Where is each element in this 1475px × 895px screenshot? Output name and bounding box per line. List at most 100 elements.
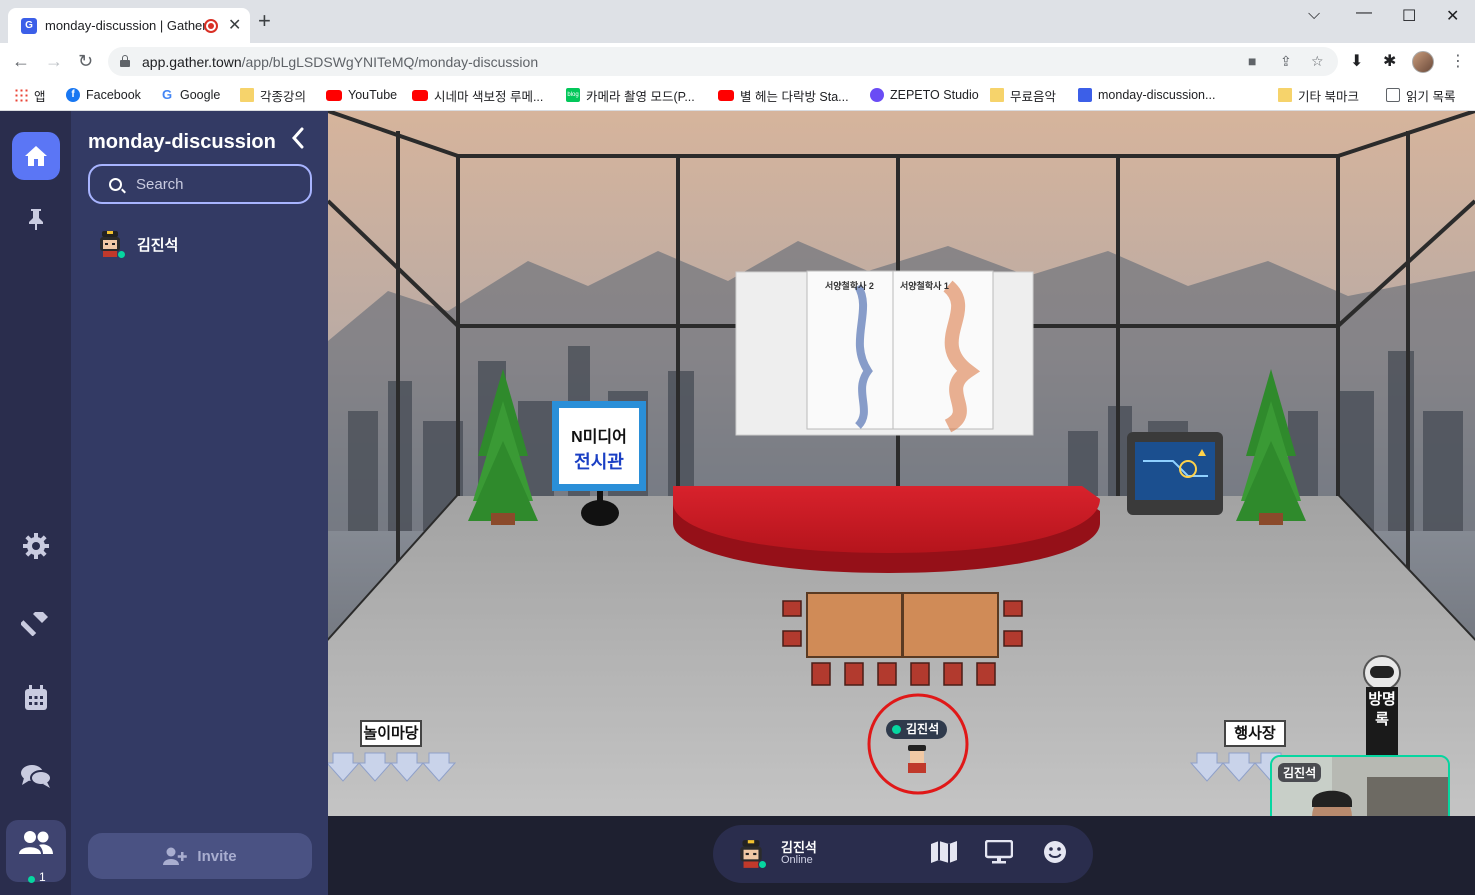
new-tab-button[interactable]: + — [258, 10, 271, 32]
tab-title: monday-discussion | Gather — [45, 18, 205, 33]
exhibit-sign-line2: 전시관 — [574, 452, 624, 472]
guestbook-label[interactable]: 방명록 — [1366, 690, 1398, 730]
bookmark-label: 무료음악 — [1010, 89, 1057, 104]
google-icon: G — [161, 87, 173, 102]
room-title: monday-discussion — [88, 131, 276, 153]
side-panel: monday-discussion Search 김진석 Invite — [71, 111, 328, 895]
forward-arrow-icon[interactable]: → — [45, 51, 63, 71]
bottom-bar: 김진석 Online — [328, 816, 1475, 895]
star-bookmark-icon[interactable]: ☆ — [1311, 53, 1324, 70]
avatar — [95, 229, 126, 259]
puzzle-extensions-icon[interactable]: ✱ — [1383, 51, 1396, 71]
address-bar[interactable]: app.gather.town/app/bLgLSDSWgYNITeMQ/mon… — [108, 47, 1338, 76]
bookmark-label: YouTube — [348, 88, 398, 102]
close-window-button[interactable]: ✕ — [1446, 6, 1459, 26]
online-dot-icon — [892, 725, 901, 734]
minimize-button[interactable]: — — [1356, 4, 1372, 22]
download-extension-icon[interactable]: ⬇ — [1350, 51, 1363, 71]
camera-icon[interactable]: ■ — [1248, 53, 1256, 69]
emoji-smiley-icon[interactable] — [1043, 840, 1067, 870]
dock-player-status: Online — [781, 854, 813, 866]
folder-icon — [240, 88, 254, 102]
member-name: 김진석 — [137, 236, 179, 254]
player-avatar — [908, 745, 926, 773]
online-dot-icon — [758, 860, 767, 869]
maximize-button[interactable]: ☐ — [1402, 6, 1416, 26]
reading-list-icon — [1386, 88, 1400, 102]
bookmark-label: Google — [180, 88, 221, 102]
browser-toolbar: ← → ↻ app.gather.town/app/bLgLSDSWgYNITe… — [0, 43, 1475, 80]
apps-icon — [14, 88, 28, 102]
home-icon — [25, 146, 47, 166]
bookmark-youtube[interactable]: YouTube — [326, 85, 397, 105]
folder-icon — [1278, 88, 1292, 102]
url-host: app.gather.town — [142, 54, 242, 70]
bookmark-label: 카메라 촬영 모드(P... — [586, 89, 695, 104]
bookmark-label: ZEPETO Studio — [890, 88, 979, 102]
settings-gear-icon[interactable] — [0, 532, 71, 567]
player-name-tag: 김진석 — [886, 720, 948, 739]
people-icon — [19, 831, 53, 854]
collapse-panel-chevron-icon[interactable] — [291, 127, 305, 155]
bookmark-label: 앱 — [34, 89, 46, 104]
add-user-icon — [163, 847, 188, 865]
online-dot-icon — [117, 250, 126, 259]
calendar-icon[interactable] — [0, 684, 71, 719]
invite-button[interactable]: Invite — [88, 833, 312, 879]
reading-list[interactable]: 읽기 목록 — [1386, 85, 1455, 105]
build-hammer-icon[interactable] — [0, 608, 71, 643]
other-bookmarks-label: 기타 북마크 — [1298, 89, 1359, 104]
bookmark-cinema[interactable]: 시네마 색보정 루메... — [412, 85, 543, 105]
map-icon[interactable] — [930, 840, 958, 870]
exhibit-sign-line1: N미디어 — [571, 429, 627, 446]
tab-search-chevron-icon[interactable]: ⌵ — [1308, 6, 1320, 24]
screen-share-icon[interactable] — [984, 839, 1014, 870]
bookmark-folder-lectures[interactable]: 각종강의 — [240, 85, 306, 105]
youtube-icon — [412, 89, 428, 101]
bookmark-label: Facebook — [86, 88, 141, 102]
lock-icon — [120, 55, 130, 67]
browser-menu-icon[interactable]: ⋮ — [1450, 51, 1466, 71]
search-input[interactable]: Search — [88, 164, 312, 204]
participants-button[interactable]: 1 — [6, 820, 66, 884]
game-map[interactable]: 서양철학사 2 서양철학사 1 N미디어 전시관 놀이마당 행사장 방명록 김진… — [328, 111, 1475, 816]
book-title-2-label: 서양철학사 2 — [825, 281, 874, 291]
member-list-item[interactable]: 김진석 — [95, 228, 178, 260]
facebook-icon: f — [66, 88, 80, 102]
profile-avatar[interactable] — [1412, 51, 1434, 73]
bookmark-gather[interactable]: monday-discussion... — [1078, 85, 1215, 105]
bookmark-free-music[interactable]: 무료음악 — [990, 85, 1056, 105]
chat-bubbles-icon[interactable] — [0, 763, 71, 796]
self-video-tile[interactable]: 김진석 — [1270, 755, 1450, 816]
portal-sign-event-hall[interactable]: 행사장 — [1224, 720, 1286, 747]
bookmark-facebook[interactable]: f Facebook — [66, 85, 141, 105]
url-text: app.gather.town/app/bLgLSDSWgYNITeMQ/mon… — [142, 54, 538, 70]
share-icon[interactable]: ⇪ — [1280, 53, 1292, 70]
tab-close-icon[interactable]: ✕ — [228, 15, 241, 35]
invite-label: Invite — [197, 847, 237, 865]
avatar[interactable] — [735, 838, 767, 870]
reload-icon[interactable]: ↻ — [78, 51, 93, 71]
nav-rail: 1 — [0, 111, 71, 895]
gather-favicon-icon: G — [21, 18, 37, 34]
video-name-label: 김진석 — [1278, 763, 1322, 782]
portal-sign-playground[interactable]: 놀이마당 — [360, 720, 422, 747]
pin-icon[interactable] — [0, 207, 71, 238]
home-button[interactable] — [12, 132, 60, 180]
url-path: /app/bLgLSDSWgYNITeMQ/monday-discussion — [241, 54, 539, 70]
bookmark-google[interactable]: G Google — [160, 85, 220, 105]
zepeto-icon — [870, 88, 884, 102]
people-count: 1 — [39, 870, 46, 884]
back-arrow-icon[interactable]: ← — [12, 51, 30, 71]
other-bookmarks[interactable]: 기타 북마크 — [1278, 85, 1359, 105]
bookmarks-bar: 앱 f Facebook G Google 각종강의 YouTube 시네마 색보정… — [0, 80, 1475, 111]
browser-tab[interactable]: G monday-discussion | Gather ✕ — [8, 8, 250, 43]
bookmark-apps[interactable]: 앱 — [14, 85, 46, 105]
bookmark-camera[interactable]: blog 카메라 촬영 모드(P... — [566, 85, 695, 105]
bookmark-zepeto[interactable]: ZEPETO Studio — [870, 85, 979, 105]
youtube-icon — [718, 89, 734, 101]
bookmark-star-attic[interactable]: 별 헤는 다락방 Sta... — [718, 85, 849, 105]
search-icon — [109, 178, 122, 191]
bookmark-label: 별 헤는 다락방 Sta... — [740, 89, 849, 104]
bookmark-label: 시네마 색보정 루메... — [434, 89, 544, 104]
